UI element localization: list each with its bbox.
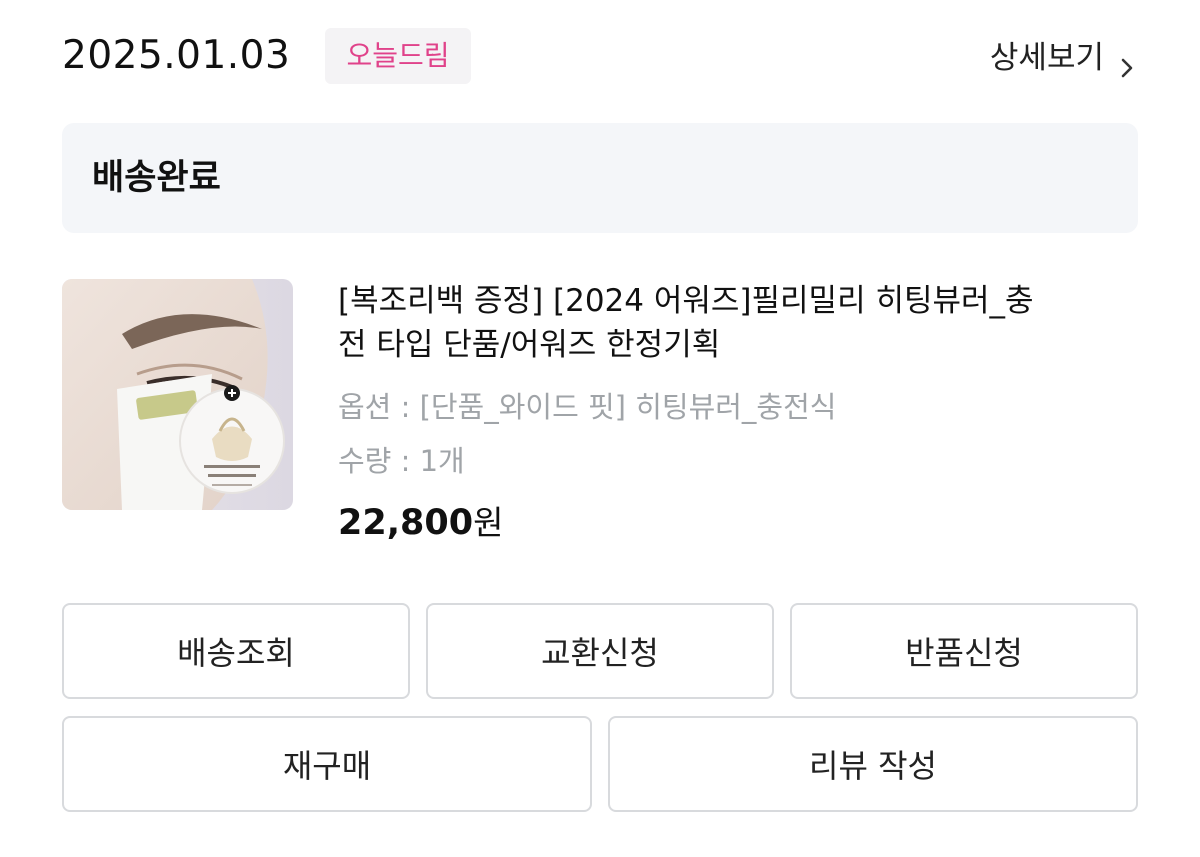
return-request-button[interactable]: 반품신청: [790, 603, 1138, 699]
order-date: 2025.01.03: [62, 33, 291, 78]
delivery-status: 배송완료: [92, 158, 221, 198]
product-thumbnail[interactable]: [62, 279, 293, 510]
product-option: 옵션 : [단품_와이드 핏] 히팅뷰러_충전식: [338, 390, 837, 424]
delivery-status-box: 배송완료: [62, 123, 1138, 233]
exchange-request-button[interactable]: 교환신청: [426, 603, 774, 699]
product-price: 22,800원: [338, 499, 1058, 553]
product-item: [복조리백 증정] [2024 어워즈]필리밀리 히팅뷰러_충전 타입 단품/어…: [62, 279, 1138, 569]
price-amount: 22,800: [338, 503, 474, 543]
product-info: [복조리백 증정] [2024 어워즈]필리밀리 히팅뷰러_충전 타입 단품/어…: [338, 279, 1058, 553]
track-delivery-button[interactable]: 배송조회: [62, 603, 410, 699]
order-detail-label: 상세보기: [989, 40, 1104, 76]
product-title[interactable]: [복조리백 증정] [2024 어워즈]필리밀리 히팅뷰러_충전 타입 단품/어…: [338, 279, 1058, 367]
order-detail-link[interactable]: 상세보기: [990, 36, 1138, 80]
price-currency: 원: [473, 503, 504, 542]
rebuy-button[interactable]: 재구매: [62, 716, 592, 812]
product-quantity: 수량 : 1개: [338, 444, 465, 478]
chevron-right-icon: [1116, 47, 1138, 78]
order-header: 2025.01.03 오늘드림 상세보기: [62, 28, 1138, 86]
delivery-type-badge: 오늘드림: [325, 28, 471, 84]
write-review-button[interactable]: 리뷰 작성: [608, 716, 1138, 812]
